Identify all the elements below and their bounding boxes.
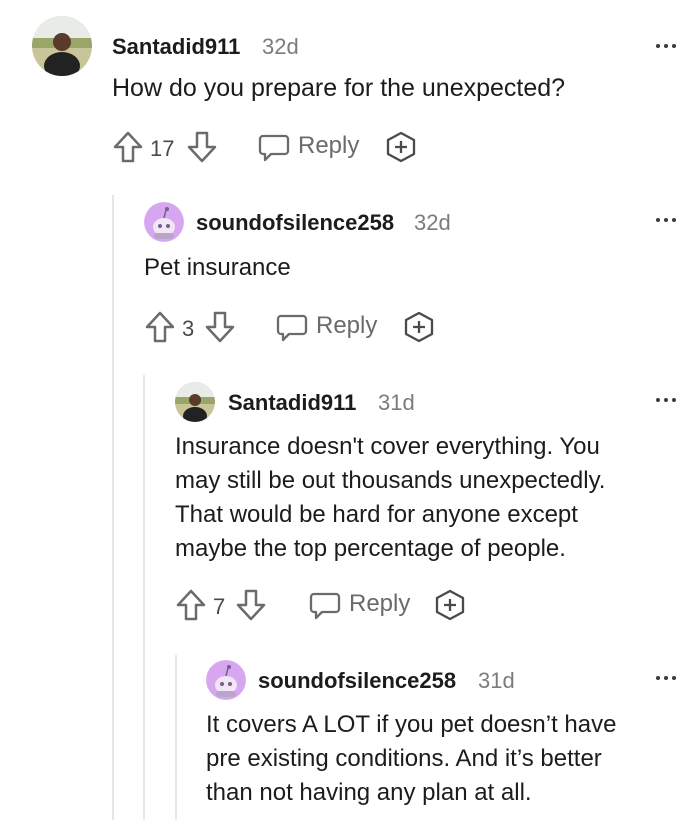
comment-body: It covers A LOT if you pet doesn’t have … — [206, 711, 617, 806]
more-dot — [656, 676, 660, 680]
user-avatar[interactable] — [206, 660, 246, 700]
more-dot — [664, 676, 668, 680]
more-dot — [672, 676, 676, 680]
comment-age: 31d — [478, 668, 515, 693]
username[interactable]: soundofsilence258 — [258, 668, 456, 694]
more-options-button[interactable] — [656, 670, 682, 686]
comment: soundofsilence258 31d It covers A LOT if… — [0, 0, 700, 820]
